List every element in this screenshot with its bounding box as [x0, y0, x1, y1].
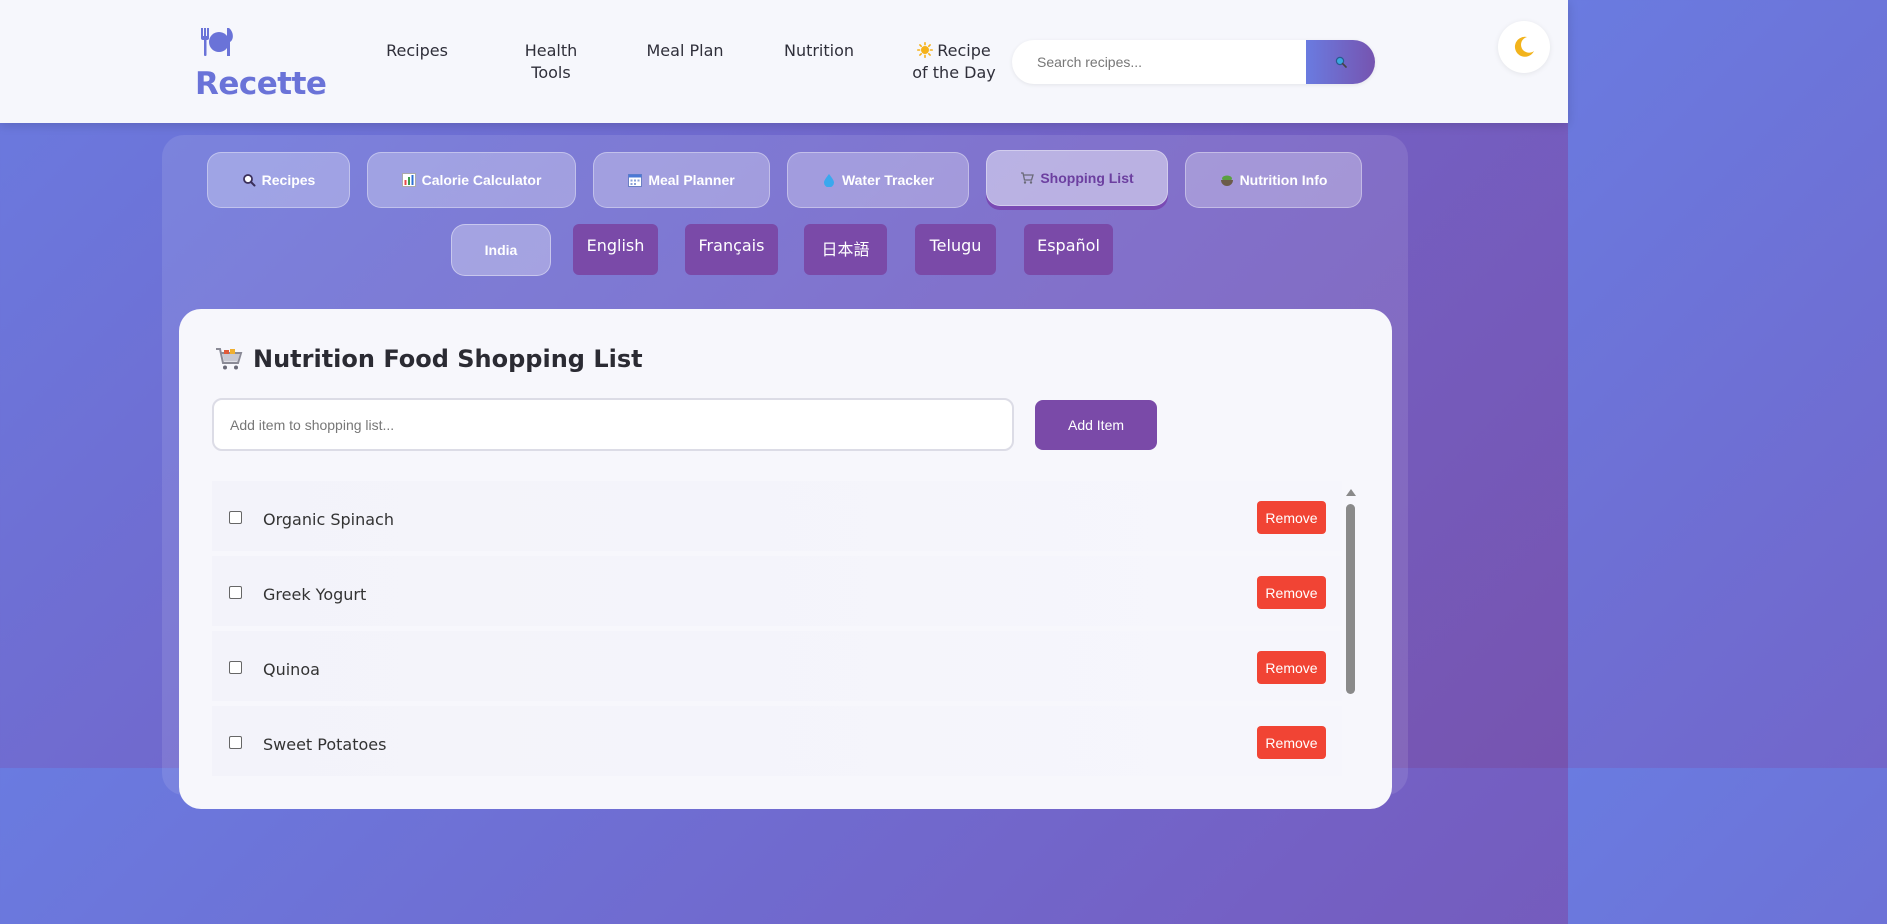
- language-telugu-label: Telugu: [929, 236, 982, 255]
- nav-recipe-of-the-day[interactable]: Recipe of the Day: [906, 40, 1002, 84]
- nav-health-tools-line2: Tools: [531, 63, 571, 82]
- scroll-up-arrow-icon[interactable]: [1346, 489, 1356, 496]
- nav-recipes[interactable]: Recipes: [370, 40, 464, 62]
- tab-meal-planner-label: Meal Planner: [648, 172, 735, 188]
- list-item: Greek Yogurt Remove: [212, 556, 1342, 626]
- item-label: Sweet Potatoes: [263, 735, 387, 754]
- item-label: Quinoa: [263, 660, 320, 679]
- nav-health-tools-line1: Health: [524, 41, 578, 60]
- item-checkbox[interactable]: [229, 586, 242, 599]
- search-input[interactable]: [1012, 40, 1306, 84]
- list-item: Sweet Potatoes Remove: [212, 706, 1342, 776]
- tab-calorie-calculator[interactable]: Calorie Calculator: [367, 152, 576, 208]
- item-checkbox[interactable]: [229, 511, 242, 524]
- language-french-label: Français: [698, 236, 765, 255]
- cart-icon: [216, 348, 243, 370]
- language-japanese-button[interactable]: 日本語: [804, 224, 887, 275]
- plate-cutlery-icon: [201, 28, 233, 56]
- sun-icon: [917, 42, 934, 58]
- nav-recipes-label: Recipes: [386, 41, 448, 60]
- shopping-list-title: Nutrition Food Shopping List: [215, 345, 643, 373]
- tab-calorie-calculator-label: Calorie Calculator: [421, 172, 542, 188]
- shopping-list-card: Nutrition Food Shopping List Add Item Or…: [179, 309, 1392, 809]
- tab-nutrition-info[interactable]: Nutrition Info: [1185, 152, 1362, 208]
- bar-chart-icon: [401, 173, 416, 187]
- tab-recipes[interactable]: Recipes: [207, 152, 350, 208]
- tab-nutrition-info-label: Nutrition Info: [1239, 172, 1328, 188]
- theme-toggle-button[interactable]: [1498, 21, 1550, 73]
- language-japanese-label: 日本語: [821, 240, 870, 259]
- item-checkbox[interactable]: [229, 736, 242, 749]
- remove-item-button[interactable]: Remove: [1257, 501, 1326, 534]
- nav-meal-plan[interactable]: Meal Plan: [640, 40, 730, 62]
- language-spanish-label: Español: [1037, 236, 1100, 255]
- logo-text: Recette: [195, 66, 327, 102]
- tab-water-tracker-label: Water Tracker: [841, 172, 935, 188]
- moon-icon: [1514, 36, 1534, 57]
- add-item-button[interactable]: Add Item: [1035, 400, 1157, 450]
- tab-shopping-list[interactable]: Shopping List: [986, 150, 1168, 206]
- nav-rotd-line1: Recipe: [937, 41, 991, 60]
- remove-item-button[interactable]: Remove: [1257, 651, 1326, 684]
- nav-meal-plan-label: Meal Plan: [646, 41, 724, 60]
- salad-icon: [1220, 175, 1233, 186]
- region-india-label: India: [484, 242, 518, 258]
- nav-nutrition[interactable]: Nutrition: [776, 40, 862, 62]
- tab-water-tracker[interactable]: Water Tracker: [787, 152, 969, 208]
- item-checkbox[interactable]: [229, 661, 242, 674]
- list-item: Organic Spinach Remove: [212, 481, 1342, 551]
- language-english-button[interactable]: English: [573, 224, 658, 275]
- item-label: Organic Spinach: [263, 510, 394, 529]
- region-india-button[interactable]: India: [451, 224, 551, 276]
- tab-meal-planner[interactable]: Meal Planner: [593, 152, 770, 208]
- nav-health-tools[interactable]: Health Tools: [506, 40, 596, 84]
- magnifier-icon: [242, 174, 256, 187]
- tab-recipes-label: Recipes: [261, 172, 316, 188]
- calendar-icon: [628, 174, 643, 187]
- search-bar: [1012, 40, 1375, 84]
- top-header: Recette Recipes Health Tools Meal Plan N…: [0, 0, 1568, 123]
- list-scrollbar[interactable]: [1345, 489, 1357, 809]
- add-item-input[interactable]: [212, 398, 1014, 451]
- remove-item-button[interactable]: Remove: [1257, 726, 1326, 759]
- shopping-list: Organic Spinach Remove Greek Yogurt Remo…: [212, 481, 1342, 811]
- language-english-label: English: [586, 236, 645, 255]
- language-spanish-button[interactable]: Español: [1024, 224, 1113, 275]
- logo[interactable]: Recette: [195, 26, 327, 106]
- search-button[interactable]: [1306, 40, 1375, 84]
- cart-icon: [1021, 172, 1035, 184]
- nav-nutrition-label: Nutrition: [783, 41, 855, 60]
- nav-rotd-line2: of the Day: [912, 63, 996, 82]
- language-telugu-button[interactable]: Telugu: [915, 224, 996, 275]
- list-item: Quinoa Remove: [212, 631, 1342, 701]
- item-label: Greek Yogurt: [263, 585, 367, 604]
- droplet-icon: [823, 174, 834, 187]
- search-icon: [1335, 56, 1347, 68]
- remove-item-button[interactable]: Remove: [1257, 576, 1326, 609]
- language-french-button[interactable]: Français: [685, 224, 778, 275]
- scrollbar-thumb[interactable]: [1346, 504, 1355, 694]
- tab-shopping-list-label: Shopping List: [1040, 170, 1134, 186]
- shopping-list-title-text: Nutrition Food Shopping List: [253, 345, 643, 373]
